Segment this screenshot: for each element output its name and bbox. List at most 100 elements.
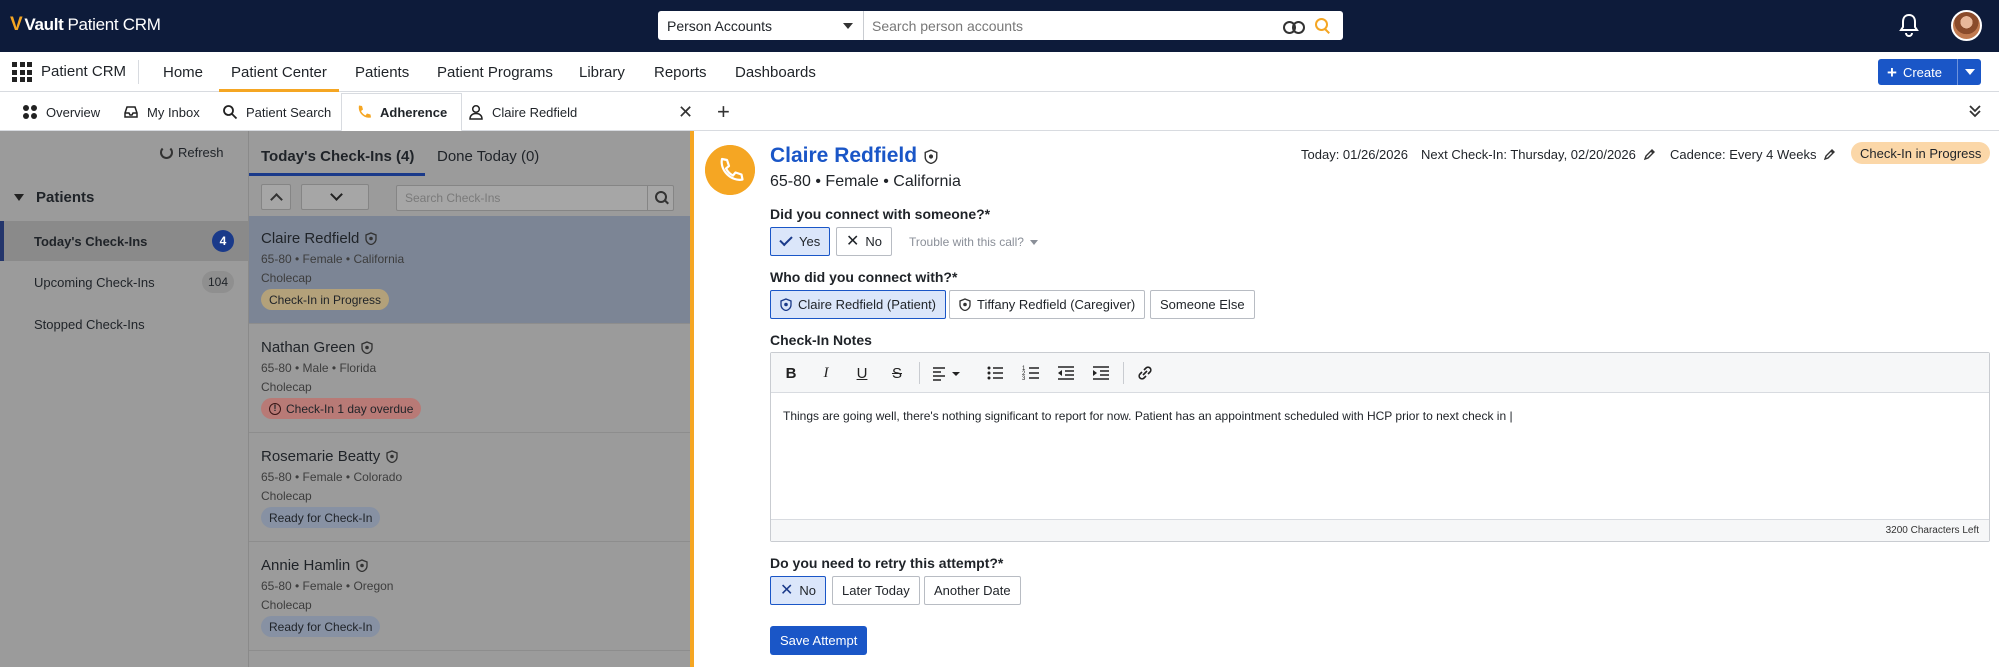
- save-attempt-button[interactable]: Save Attempt: [770, 626, 868, 655]
- trouble-label: Trouble with this call?: [909, 235, 1024, 249]
- link-icon[interactable]: [1134, 363, 1156, 383]
- today-date: Today: 01/26/2026: [1301, 147, 1408, 162]
- binoculars-icon[interactable]: [1283, 18, 1305, 34]
- tab-claire-redfield[interactable]: Claire Redfield: [468, 93, 577, 131]
- add-tab-icon[interactable]: +: [717, 99, 730, 125]
- option-label: Another Date: [934, 583, 1011, 598]
- count-badge: 104: [201, 271, 234, 293]
- trouble-dropdown[interactable]: Trouble with this call?: [909, 235, 1038, 249]
- chevron-down-icon: [330, 188, 343, 201]
- sidebar-item-upcoming-checkins[interactable]: Upcoming Check-Ins 104: [0, 262, 248, 302]
- patients-section-toggle[interactable]: Patients: [14, 189, 94, 206]
- sidebar-item-todays-checkins[interactable]: Today's Check-Ins 4: [0, 221, 248, 261]
- user-avatar[interactable]: [1951, 10, 1982, 41]
- shield-icon: [386, 450, 398, 463]
- nav-patient-center[interactable]: Patient Center: [219, 52, 339, 92]
- notes-textarea[interactable]: Things are going well, there's nothing s…: [783, 409, 1513, 423]
- next-button[interactable]: [301, 184, 369, 210]
- refresh-button[interactable]: Refresh: [160, 145, 224, 160]
- app-logo[interactable]: V Vault Patient CRM: [10, 14, 161, 36]
- list-item[interactable]: Claire Redfield 65-80 • Female • Califor…: [249, 216, 691, 324]
- notes-label: Check-In Notes: [770, 332, 872, 348]
- someone-else-option[interactable]: Someone Else: [1150, 290, 1255, 319]
- caret-down-icon: [843, 23, 853, 29]
- indent-icon[interactable]: [1090, 363, 1112, 383]
- phone-icon: [358, 105, 371, 118]
- underline-icon[interactable]: U: [851, 363, 873, 383]
- bell-icon[interactable]: [1898, 13, 1920, 37]
- tab-patient-search[interactable]: Patient Search: [222, 93, 331, 131]
- retry-no-option[interactable]: ✕ No: [770, 576, 827, 605]
- nav-divider: [138, 60, 139, 84]
- search-scope-select[interactable]: Person Accounts: [658, 11, 864, 40]
- caregiver-option[interactable]: Tiffany Redfield (Caregiver): [949, 290, 1146, 319]
- next-checkin-text: Next Check-In: Thursday, 02/20/2026: [1421, 147, 1636, 162]
- patient-name: Claire Redfield: [261, 230, 378, 247]
- close-tab-icon[interactable]: ✕: [678, 102, 693, 123]
- pencil-icon[interactable]: [1823, 148, 1836, 161]
- search-icon: [223, 105, 238, 120]
- tab-done-today[interactable]: Done Today (0): [437, 148, 539, 165]
- outdent-icon[interactable]: [1055, 363, 1077, 383]
- shield-icon: [361, 341, 373, 354]
- search-input[interactable]: [864, 12, 1283, 39]
- caret-down-icon: [14, 194, 24, 201]
- save-label: Save Attempt: [780, 633, 858, 648]
- plus-icon: +: [1887, 62, 1897, 82]
- shield-icon: [356, 559, 368, 572]
- italic-icon[interactable]: I: [815, 363, 837, 383]
- patient-name-text: Annie Hamlin: [261, 557, 351, 574]
- pencil-icon[interactable]: [1643, 148, 1656, 161]
- create-dropdown-button[interactable]: [1957, 59, 1981, 85]
- close-icon: ✕: [846, 232, 860, 250]
- option-label: Yes: [799, 234, 821, 249]
- list-item[interactable]: Nathan Green 65-80 • Male • Florida Chol…: [249, 325, 691, 433]
- inbox-icon: [124, 106, 138, 118]
- create-button[interactable]: + Create: [1878, 59, 1981, 85]
- tab-overview[interactable]: Overview: [22, 93, 100, 131]
- yes-option[interactable]: Yes: [770, 227, 831, 256]
- tab-adherence[interactable]: Adherence: [341, 93, 463, 132]
- editor-toolbar: B I U S 123: [771, 353, 1989, 393]
- patient-name-link[interactable]: Claire Redfield: [770, 144, 938, 168]
- close-icon: ✕: [780, 581, 794, 599]
- no-option[interactable]: ✕ No: [836, 227, 893, 256]
- patient-name: Nathan Green: [261, 339, 373, 356]
- list-toolbar: Search Check-Ins: [249, 176, 691, 216]
- search-icon[interactable]: [647, 186, 673, 210]
- align-icon[interactable]: [930, 363, 964, 383]
- checkin-search-input[interactable]: Search Check-Ins: [396, 185, 674, 211]
- patient-drug: Cholecap: [261, 489, 312, 503]
- bullet-list-icon[interactable]: [984, 363, 1006, 383]
- nav-patient-programs[interactable]: Patient Programs: [425, 52, 565, 92]
- nav-library[interactable]: Library: [567, 52, 637, 92]
- cadence-text: Cadence: Every 4 Weeks: [1670, 147, 1817, 162]
- numbered-list-icon[interactable]: 123: [1020, 363, 1042, 383]
- checkin-list-tabs: Today's Check-Ins (4) Done Today (0): [249, 131, 691, 176]
- app-launcher-icon[interactable]: [12, 62, 32, 82]
- option-label: Claire Redfield (Patient): [798, 297, 937, 312]
- logo-brand: Vault: [24, 15, 64, 34]
- list-item[interactable]: Rosemarie Beatty 65-80 • Female • Colora…: [249, 434, 691, 542]
- previous-button[interactable]: [261, 184, 291, 210]
- bold-icon[interactable]: B: [780, 363, 802, 383]
- strikethrough-icon[interactable]: S: [886, 363, 908, 383]
- nav-dashboards[interactable]: Dashboards: [723, 52, 828, 92]
- later-today-option[interactable]: Later Today: [832, 576, 920, 605]
- nav-home[interactable]: Home: [151, 52, 215, 92]
- patient-option[interactable]: Claire Redfield (Patient): [770, 290, 947, 319]
- sidebar-item-stopped-checkins[interactable]: Stopped Check-Ins: [0, 304, 248, 344]
- nav-reports[interactable]: Reports: [642, 52, 719, 92]
- question-retry: Do you need to retry this attempt?*: [770, 555, 1004, 571]
- list-item[interactable]: Annie Hamlin 65-80 • Female • Oregon Cho…: [249, 543, 691, 651]
- chevron-double-down-icon[interactable]: [1968, 103, 1982, 119]
- search-icon[interactable]: [1315, 17, 1331, 34]
- patient-demographics: 65-80 • Female • Colorado: [261, 470, 403, 484]
- workspace-tabs: Overview My Inbox Patient Search Adheren…: [0, 93, 1999, 132]
- tab-todays-checkins[interactable]: Today's Check-Ins (4): [261, 148, 414, 165]
- search-placeholder: Search Check-Ins: [405, 191, 501, 205]
- nav-patients[interactable]: Patients: [343, 52, 421, 92]
- tab-my-inbox[interactable]: My Inbox: [123, 93, 200, 131]
- another-date-option[interactable]: Another Date: [924, 576, 1021, 605]
- caret-down-icon: [1029, 239, 1038, 245]
